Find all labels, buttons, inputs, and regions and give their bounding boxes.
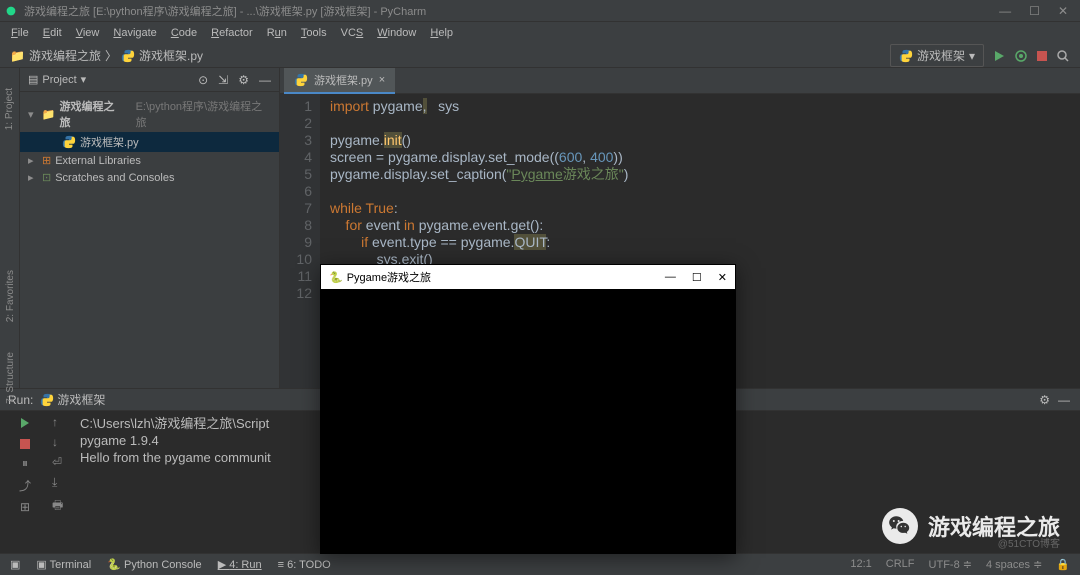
chevron-down-icon[interactable]: ▾ xyxy=(81,73,87,86)
breadcrumb-folder[interactable]: 游戏编程之旅 xyxy=(29,47,101,64)
up-button[interactable]: ↑ xyxy=(52,415,70,429)
close-button[interactable]: ✕ xyxy=(1058,4,1068,18)
pygame-maximize[interactable]: ☐ xyxy=(692,271,702,284)
layout-button[interactable]: ⊞ xyxy=(20,500,30,514)
project-tab[interactable]: 1: Project xyxy=(4,88,15,130)
tree-external-libs[interactable]: ▸⊞ External Libraries xyxy=(20,152,279,169)
python-file-icon xyxy=(62,135,76,149)
gear-icon[interactable]: ⚙ xyxy=(1039,393,1050,407)
chevron-down-icon: ▾ xyxy=(969,49,975,63)
tree-scratches-label: Scratches and Consoles xyxy=(55,172,174,184)
down-button[interactable]: ↓ xyxy=(52,435,70,449)
project-panel: ▤ Project ▾ ⊙ ⇲ ⚙ — ▾📁 游戏编程之旅 E:\python程… xyxy=(20,68,280,388)
tree-root-path: E:\python程序\游戏编程之旅 xyxy=(136,98,271,130)
python-run-icon xyxy=(40,393,54,407)
lock-icon[interactable]: 🔒 xyxy=(1056,558,1070,571)
menu-tools[interactable]: Tools xyxy=(294,27,334,39)
run-tab[interactable]: ▶ 4: Run xyxy=(218,558,262,571)
menu-refactor[interactable]: Refactor xyxy=(204,27,260,39)
search-button[interactable] xyxy=(1056,49,1070,63)
collapse-icon[interactable]: ⇲ xyxy=(218,73,228,87)
cursor-position[interactable]: 12:1 xyxy=(850,558,871,571)
project-tool-icon: ▤ xyxy=(28,73,38,86)
menu-help[interactable]: Help xyxy=(423,27,460,39)
hide-icon[interactable]: — xyxy=(1058,393,1070,407)
pygame-title-text: Pygame游戏之旅 xyxy=(347,269,431,285)
menu-run[interactable]: Run xyxy=(260,27,294,39)
tree-file[interactable]: 游戏框架.py xyxy=(20,132,279,152)
run-toolbar: ⏸ ⤴ ⊞ xyxy=(0,389,50,553)
app-icon xyxy=(4,4,18,18)
menu-code[interactable]: Code xyxy=(164,27,204,39)
todo-tab[interactable]: ≡ 6: TODO xyxy=(278,559,331,571)
locate-icon[interactable]: ⊙ xyxy=(198,73,208,87)
pause-button[interactable]: ⏸ xyxy=(22,456,28,471)
run-config-name: 游戏框架 xyxy=(917,47,965,64)
editor-tab[interactable]: 游戏框架.py × xyxy=(284,68,395,94)
hide-icon[interactable]: — xyxy=(259,73,271,87)
menubar: File Edit View Navigate Code Refactor Ru… xyxy=(0,22,1080,44)
bottom-toolbar: ▣ ▣ Terminal 🐍 Python Console ▶ 4: Run ≡… xyxy=(0,553,1080,575)
structure-tab[interactable]: 7: Structure xyxy=(5,352,16,404)
pygame-window[interactable]: 🐍 Pygame游戏之旅 — ☐ ✕ xyxy=(320,264,736,554)
print-button[interactable]: 🖶 xyxy=(52,496,70,517)
menu-edit[interactable]: Edit xyxy=(36,27,69,39)
watermark-source: @51CTO博客 xyxy=(998,535,1060,550)
pygame-canvas[interactable] xyxy=(321,289,735,553)
debug-button[interactable] xyxy=(1014,49,1028,63)
exit-button[interactable]: ⤴ xyxy=(19,477,31,494)
tree-scratches[interactable]: ▸⊡ Scratches and Consoles xyxy=(20,169,279,186)
close-tab-icon[interactable]: × xyxy=(379,74,385,86)
wrap-button[interactable]: ⏎ xyxy=(52,455,70,469)
line-gutter: 123456789101112 xyxy=(280,94,320,388)
run-config-selector[interactable]: 游戏框架 ▾ xyxy=(890,44,984,67)
python-console-tab[interactable]: 🐍 Python Console xyxy=(107,558,201,571)
indent-setting[interactable]: 4 spaces ≑ xyxy=(986,558,1042,571)
window-titlebar: 游戏编程之旅 [E:\python程序\游戏编程之旅] - ...\游戏框架.p… xyxy=(0,0,1080,22)
menu-window[interactable]: Window xyxy=(370,27,423,39)
pygame-titlebar[interactable]: 🐍 Pygame游戏之旅 — ☐ ✕ xyxy=(321,265,735,289)
line-separator[interactable]: CRLF xyxy=(886,558,915,571)
breadcrumb-file[interactable]: 游戏框架.py xyxy=(139,47,203,64)
project-panel-title: Project xyxy=(42,74,76,86)
pygame-icon: 🐍 xyxy=(329,271,343,284)
stop-button[interactable] xyxy=(19,436,31,450)
tree-root[interactable]: ▾📁 游戏编程之旅 E:\python程序\游戏编程之旅 xyxy=(20,96,279,132)
pygame-minimize[interactable]: — xyxy=(665,271,676,284)
tool-square-icon[interactable]: ▣ xyxy=(10,558,20,571)
editor-tab-label: 游戏框架.py xyxy=(314,72,373,88)
rerun-button[interactable] xyxy=(18,415,32,430)
window-title: 游戏编程之旅 [E:\python程序\游戏编程之旅] - ...\游戏框架.p… xyxy=(24,3,999,19)
minimize-button[interactable]: — xyxy=(999,4,1011,18)
menu-navigate[interactable]: Navigate xyxy=(106,27,163,39)
maximize-button[interactable]: ☐ xyxy=(1029,4,1040,18)
menu-view[interactable]: View xyxy=(69,27,107,39)
tree-file-label: 游戏框架.py xyxy=(80,134,139,150)
tree-ext-libs-label: External Libraries xyxy=(55,155,141,167)
tree-root-label: 游戏编程之旅 xyxy=(60,98,125,130)
run-button[interactable] xyxy=(992,49,1006,63)
python-file-icon xyxy=(121,49,135,63)
stop-button[interactable] xyxy=(1036,50,1048,62)
scroll-button[interactable]: ⤓ xyxy=(52,475,70,490)
navigation-bar: 📁 游戏编程之旅 〉 游戏框架.py 游戏框架 ▾ xyxy=(0,44,1080,68)
python-file-icon xyxy=(294,73,308,87)
gear-icon[interactable]: ⚙ xyxy=(238,73,249,87)
favorites-tab[interactable]: 2: Favorites xyxy=(5,270,16,322)
folder-icon: 📁 xyxy=(10,49,25,63)
pygame-close[interactable]: ✕ xyxy=(718,271,727,284)
wechat-icon xyxy=(882,508,918,544)
terminal-tab[interactable]: ▣ Terminal xyxy=(36,558,91,571)
python-run-icon xyxy=(899,49,913,63)
run-tab-name[interactable]: 游戏框架 xyxy=(57,391,105,408)
menu-file[interactable]: File xyxy=(4,27,36,39)
breadcrumb-separator: 〉 xyxy=(105,47,117,64)
file-encoding[interactable]: UTF-8 ≑ xyxy=(929,558,972,571)
menu-vcs[interactable]: VCS xyxy=(334,27,371,39)
